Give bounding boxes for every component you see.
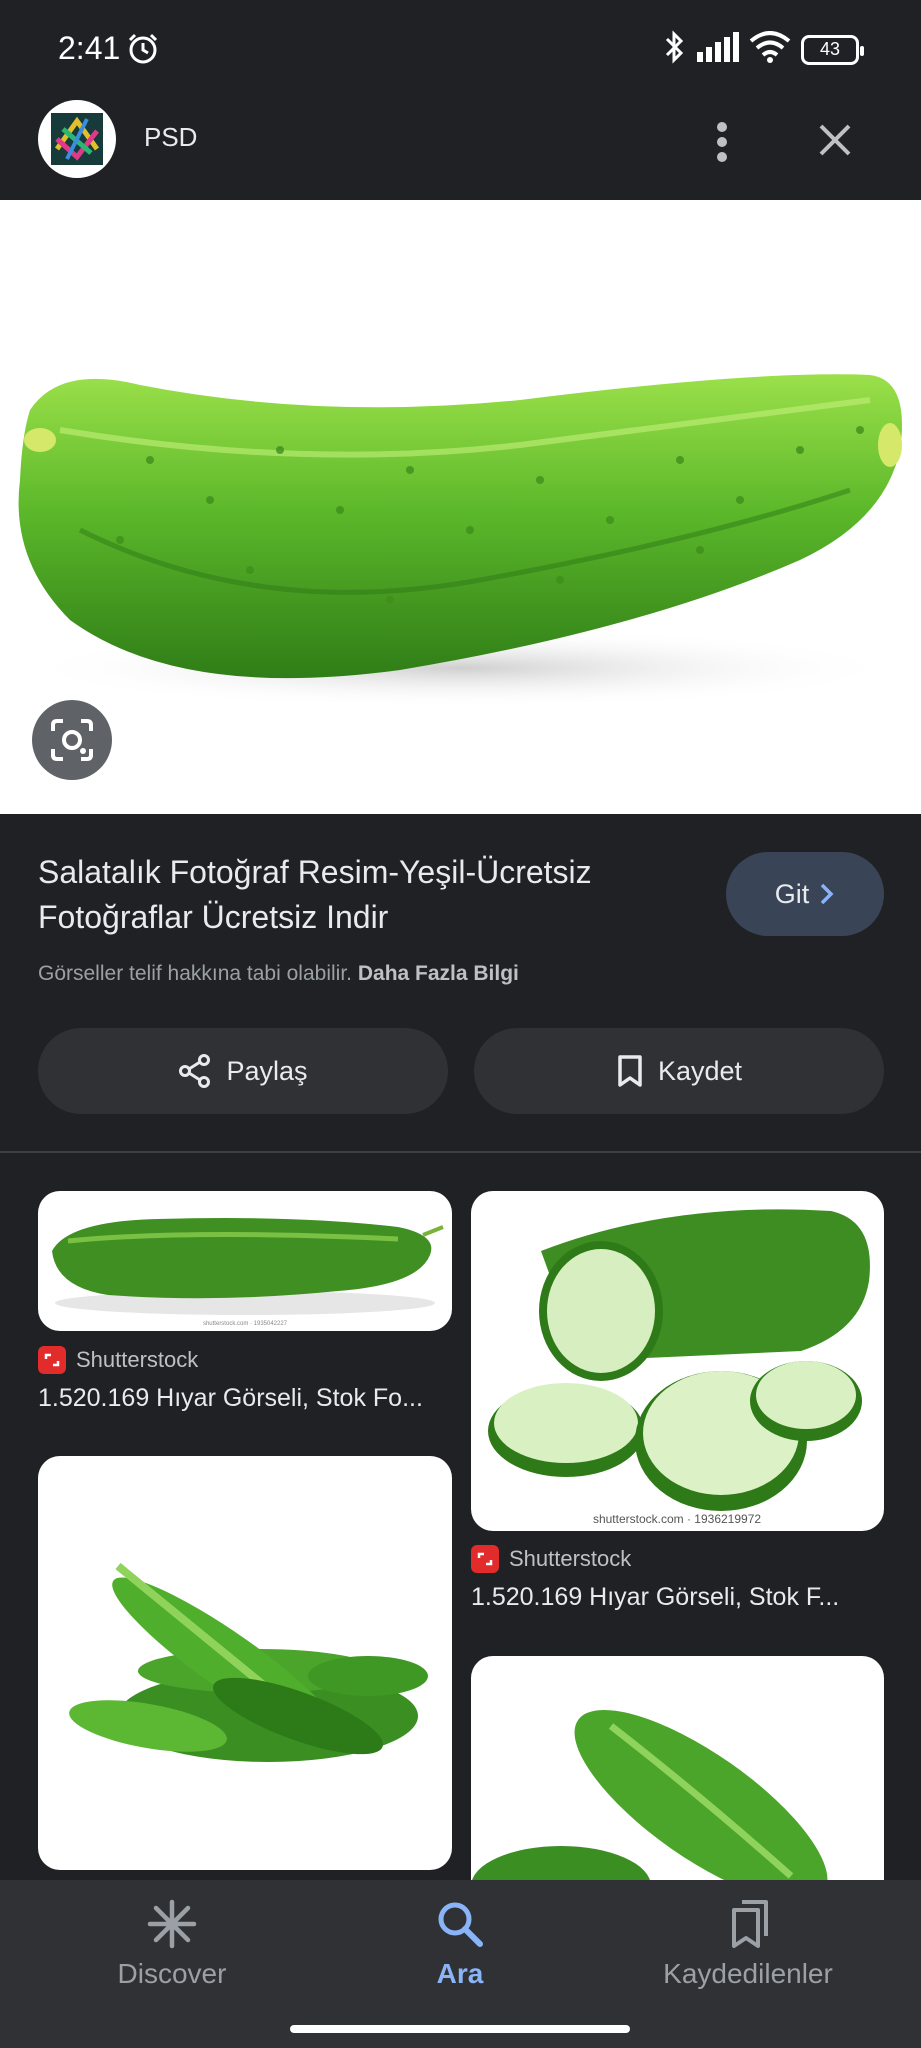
lens-icon <box>51 719 93 761</box>
bluetooth-icon <box>663 30 687 69</box>
nav-label: Ara <box>436 1958 484 1989</box>
copyright-notice: Görseller telif hakkına tabi olabilir. D… <box>38 962 519 986</box>
cucumber-image: shutterstock.com · 1935042227 <box>52 1218 444 1327</box>
source-name: Shutterstock <box>509 1546 632 1571</box>
nav-saved[interactable]: Kaydedilenler <box>618 1898 878 2018</box>
watermark: shutterstock.com · 1936219972 <box>593 1512 761 1526</box>
search-icon <box>438 1902 483 1947</box>
site-logo[interactable] <box>38 100 116 178</box>
more-vert-icon <box>717 122 727 162</box>
status-icons: 43 <box>663 30 864 69</box>
asterisk-icon <box>147 1899 197 1949</box>
divider <box>0 1151 921 1153</box>
bookmarks-icon <box>732 1900 768 1948</box>
nav-label: Discover <box>117 1958 227 1989</box>
shutterstock-icon <box>471 1545 499 1573</box>
related-title[interactable]: 1.520.169 Hıyar Görseli, Stok F... <box>471 1583 884 1612</box>
status-bar: 2:41 43 <box>0 0 921 82</box>
source-name: Shutterstock <box>76 1347 199 1372</box>
copyright-text: Görseller telif hakkına tabi olabilir. <box>38 962 352 985</box>
result-title[interactable]: Salatalık Fotoğraf Resim-Yeşil-Ücretsiz … <box>38 850 698 940</box>
cucumber-image <box>18 374 903 708</box>
related-image[interactable] <box>471 1656 884 1916</box>
related-title[interactable]: 1.520.169 Hıyar Görseli, Stok Fo... <box>38 1384 452 1413</box>
cucumbers-image <box>69 1562 428 1762</box>
signal-icon <box>697 32 739 67</box>
share-button[interactable]: Paylaş <box>38 1028 448 1114</box>
result-source[interactable]: Shutterstock <box>38 1346 198 1374</box>
close-icon <box>819 124 851 156</box>
alarm-icon <box>126 32 160 71</box>
site-name[interactable]: PSD <box>144 122 197 153</box>
nav-label: Kaydedilenler <box>663 1958 833 1989</box>
bottom-nav: Discover Ara Kaydedilenler <box>0 1880 921 2048</box>
bookmark-icon <box>618 1055 642 1087</box>
nav-discover[interactable]: Discover <box>42 1898 302 2018</box>
watermark: shutterstock.com · 1935042227 <box>203 1321 288 1327</box>
visit-button[interactable]: Git <box>726 852 884 936</box>
lens-button[interactable] <box>32 700 112 780</box>
result-source[interactable]: Shutterstock <box>471 1545 631 1573</box>
save-label: Kaydet <box>657 1055 743 1086</box>
cucumbers-image <box>471 1709 828 1916</box>
related-image[interactable]: shutterstock.com · 1935042227 <box>38 1191 452 1331</box>
chevron-right-icon <box>821 883 834 905</box>
shutterstock-icon <box>38 1346 66 1374</box>
more-options-button[interactable] <box>696 112 748 172</box>
battery-icon: 43 <box>801 34 864 65</box>
home-indicator <box>290 2025 630 2033</box>
related-image[interactable]: shutterstock.com · 1936219972 <box>471 1191 884 1531</box>
share-icon <box>179 1054 211 1088</box>
related-image[interactable] <box>38 1456 452 1870</box>
preview-image[interactable] <box>0 200 921 814</box>
sliced-cucumber-image: shutterstock.com · 1936219972 <box>488 1209 870 1526</box>
learn-more-link[interactable]: Daha Fazla Bilgi <box>358 962 519 985</box>
nav-search[interactable]: Ara <box>330 1898 590 2018</box>
wifi-icon <box>749 31 791 68</box>
close-button[interactable] <box>806 110 864 170</box>
share-label: Paylaş <box>226 1055 308 1086</box>
app-header: PSD <box>0 82 921 200</box>
status-time: 2:41 <box>58 30 121 66</box>
visit-label: Git <box>774 878 810 909</box>
save-button[interactable]: Kaydet <box>474 1028 884 1114</box>
